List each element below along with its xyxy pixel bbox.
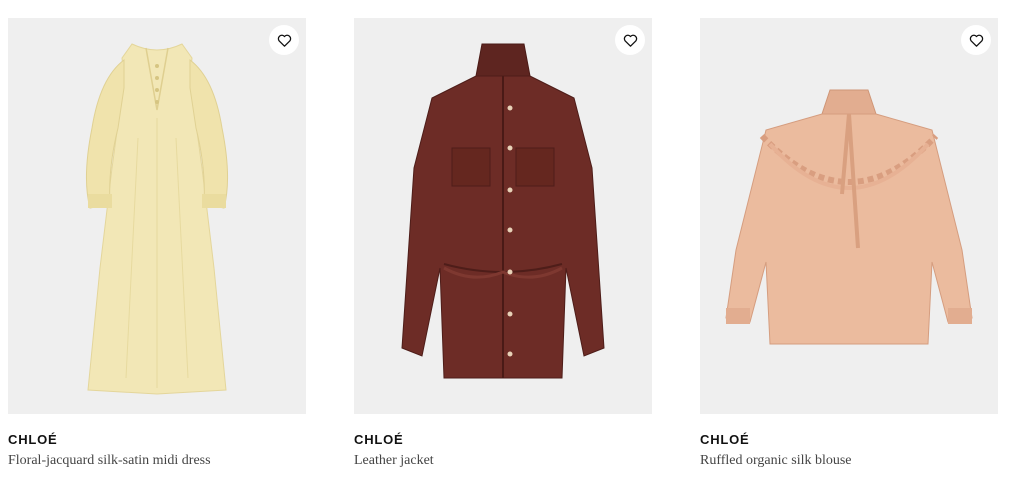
product-grid: CHLOÉ Floral-jacquard silk-satin midi dr…	[8, 18, 998, 469]
jacket-image	[354, 18, 652, 414]
wishlist-button[interactable]	[961, 25, 991, 55]
dress-image	[8, 18, 306, 414]
heart-icon	[277, 34, 291, 47]
product-card[interactable]: CHLOÉ Floral-jacquard silk-satin midi dr…	[8, 18, 306, 469]
blouse-image	[700, 18, 998, 414]
heart-icon	[969, 34, 983, 47]
product-name[interactable]: Floral-jacquard silk-satin midi dress	[8, 453, 306, 469]
product-name[interactable]: Leather jacket	[354, 453, 652, 469]
product-brand[interactable]: CHLOÉ	[354, 432, 652, 447]
wishlist-button[interactable]	[269, 25, 299, 55]
product-brand[interactable]: CHLOÉ	[8, 432, 306, 447]
product-image[interactable]	[354, 18, 652, 414]
wishlist-button[interactable]	[615, 25, 645, 55]
product-card[interactable]: CHLOÉ Ruffled organic silk blouse	[700, 18, 998, 469]
heart-icon	[623, 34, 637, 47]
product-card[interactable]: CHLOÉ Leather jacket	[354, 18, 652, 469]
product-name[interactable]: Ruffled organic silk blouse	[700, 453, 998, 469]
product-brand[interactable]: CHLOÉ	[700, 432, 998, 447]
product-image[interactable]	[8, 18, 306, 414]
product-image[interactable]	[700, 18, 998, 414]
